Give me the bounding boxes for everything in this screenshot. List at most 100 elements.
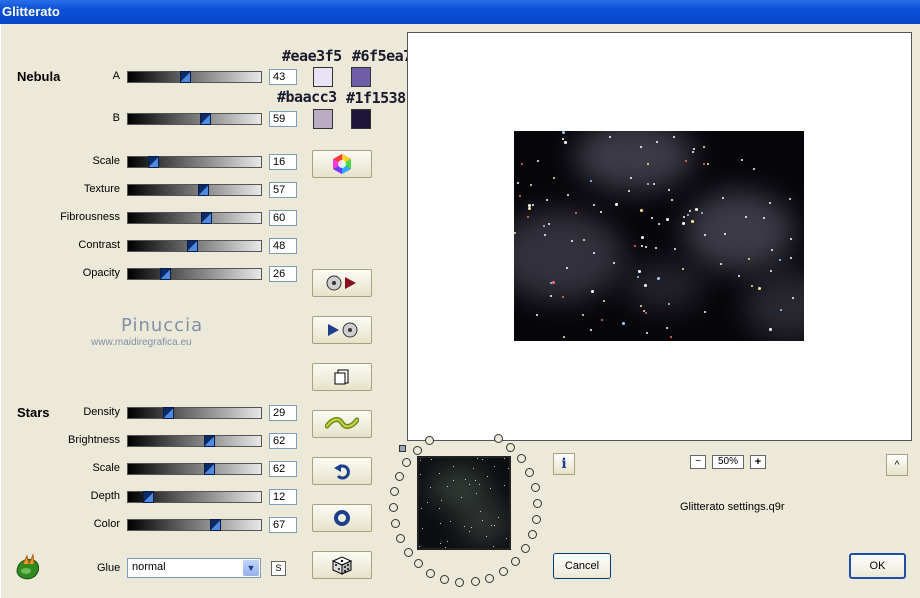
nebula-param-input[interactable]: 60: [269, 210, 297, 226]
randomize-button[interactable]: [312, 551, 372, 579]
dialog-body: Nebula A 43 B 59 #eae3f5 #6f5ea7 #baacc3…: [0, 24, 920, 598]
stars-param-input[interactable]: 12: [269, 489, 297, 505]
color-swatch-a-dark[interactable]: [351, 67, 371, 87]
load-preset-button[interactable]: [312, 269, 372, 297]
star-point: [637, 276, 639, 278]
star-point: [440, 543, 441, 544]
nebula-a-input[interactable]: 43: [269, 69, 297, 85]
random-colors-button[interactable]: [312, 150, 372, 178]
nebula-param-input[interactable]: 26: [269, 266, 297, 282]
star-point: [692, 151, 694, 153]
star-point: [685, 160, 687, 162]
nebula-param-slider[interactable]: [127, 268, 262, 280]
stars-param-input[interactable]: 67: [269, 517, 297, 533]
star-point: [724, 233, 726, 235]
stars-param-slider[interactable]: [127, 407, 262, 419]
nebula-cloud: [684, 191, 794, 271]
stars-param-input[interactable]: 62: [269, 461, 297, 477]
color-swatch-b-dark[interactable]: [351, 109, 371, 129]
stars-param-slider[interactable]: [127, 435, 262, 447]
slider-thumb[interactable]: [187, 240, 198, 252]
stars-param-input[interactable]: 62: [269, 433, 297, 449]
star-point: [553, 177, 555, 179]
wave-button[interactable]: [312, 410, 372, 438]
slider-thumb[interactable]: [163, 407, 174, 419]
ok-button[interactable]: OK: [849, 553, 906, 579]
cancel-button[interactable]: Cancel: [553, 553, 611, 579]
slider-thumb[interactable]: [204, 463, 215, 475]
swatch-label-2: #6f5ea7: [352, 47, 412, 65]
nebula-param-input[interactable]: 48: [269, 238, 297, 254]
play-disc-icon: [328, 322, 358, 338]
nebula-param-slider[interactable]: [127, 184, 262, 196]
navigator-thumbnail[interactable]: [417, 456, 511, 550]
stars-param-input[interactable]: 29: [269, 405, 297, 421]
nebula-b-slider[interactable]: [127, 113, 262, 125]
star-point: [504, 485, 505, 486]
star-point: [792, 297, 794, 299]
glue-select[interactable]: normal ▼: [127, 558, 261, 578]
slider-thumb[interactable]: [143, 491, 154, 503]
nebula-param-input[interactable]: 57: [269, 182, 297, 198]
ring-dot: [511, 557, 520, 566]
ring-dot: [404, 548, 413, 557]
save-preset-button[interactable]: [312, 316, 372, 344]
glue-s-button[interactable]: S: [271, 561, 286, 576]
swatch-label-4: #1f1538: [346, 89, 406, 107]
collapse-button[interactable]: ^: [886, 454, 908, 476]
slider-thumb[interactable]: [180, 71, 191, 83]
zoom-in-button[interactable]: +: [750, 455, 766, 469]
nebula-param-input[interactable]: 16: [269, 154, 297, 170]
nebula-param-slider[interactable]: [127, 212, 262, 224]
star-point: [603, 300, 605, 302]
stars-param-slider[interactable]: [127, 463, 262, 475]
nebula-param-label: Contrast: [78, 239, 120, 251]
navigator-handle[interactable]: [399, 445, 406, 452]
swatch-label-3: #baacc3: [277, 88, 337, 106]
slider-thumb[interactable]: [210, 519, 221, 531]
star-point: [701, 212, 703, 214]
color-swatch-b-light[interactable]: [313, 109, 333, 129]
star-point: [420, 474, 421, 475]
nebula-a-slider[interactable]: [127, 71, 262, 83]
glue-label: Glue: [97, 562, 121, 574]
slider-thumb[interactable]: [201, 212, 212, 224]
nebula-param-slider[interactable]: [127, 240, 262, 252]
info-button[interactable]: i: [553, 453, 575, 475]
star-point: [640, 209, 643, 212]
stars-param-slider[interactable]: [127, 491, 262, 503]
star-point: [630, 177, 632, 179]
slider-thumb[interactable]: [160, 268, 171, 280]
reset-button[interactable]: [312, 504, 372, 532]
chevron-down-icon[interactable]: ▼: [243, 560, 259, 576]
ring-dot: [525, 468, 534, 477]
zoom-out-button[interactable]: −: [690, 455, 706, 469]
slider-thumb[interactable]: [148, 156, 159, 168]
star-point: [720, 263, 722, 265]
ring-dot: [440, 575, 449, 584]
star-point: [453, 480, 454, 481]
star-point: [567, 194, 569, 196]
star-point: [674, 248, 676, 250]
copy-button[interactable]: [312, 363, 372, 391]
star-point: [671, 199, 673, 201]
star-point: [790, 238, 792, 240]
star-point: [722, 197, 724, 199]
ring-dot: [532, 515, 541, 524]
ring-dot: [396, 534, 405, 543]
preview-canvas[interactable]: [407, 32, 912, 441]
nebula-b-input[interactable]: 59: [269, 111, 297, 127]
undo-button[interactable]: [312, 457, 372, 485]
star-point: [564, 141, 567, 144]
slider-thumb[interactable]: [198, 184, 209, 196]
star-point: [601, 319, 603, 321]
star-point: [566, 267, 568, 269]
star-point: [643, 310, 645, 312]
nebula-param-slider[interactable]: [127, 156, 262, 168]
color-swatch-a-light[interactable]: [313, 67, 333, 87]
stars-param-slider[interactable]: [127, 519, 262, 531]
slider-thumb[interactable]: [200, 113, 211, 125]
slider-thumb[interactable]: [204, 435, 215, 447]
star-point: [469, 531, 470, 532]
star-point: [537, 160, 539, 162]
